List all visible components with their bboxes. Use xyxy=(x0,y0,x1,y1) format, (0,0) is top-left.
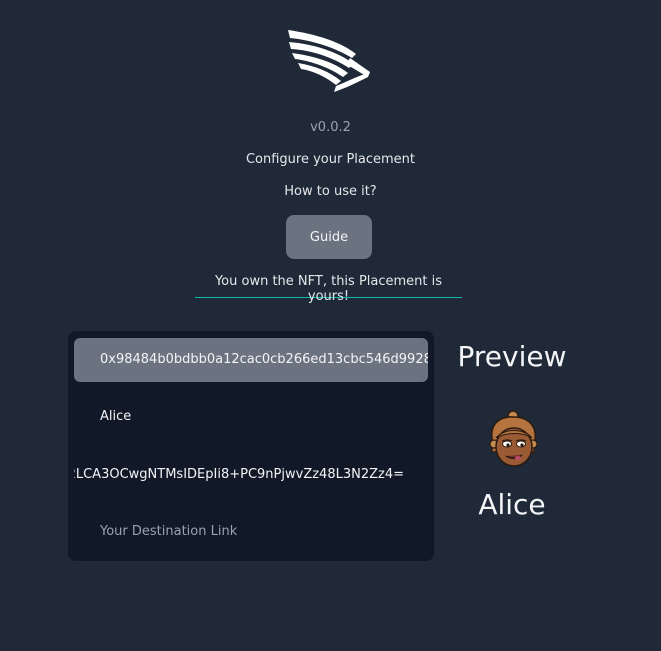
name-field[interactable]: Alice xyxy=(74,395,428,439)
guide-button[interactable]: Guide xyxy=(286,215,372,259)
image-data-field[interactable]: 2LCA3OCwgNTMsIDEpIi8+PC9nPjwvZz48L3N2Zz4… xyxy=(74,453,428,497)
avatar-icon xyxy=(489,410,538,467)
help-text: How to use it? xyxy=(284,184,377,199)
address-value: 0x98484b0bdbb0a12cac0cb266ed13cbc546d992… xyxy=(100,352,428,367)
preview-title: Preview xyxy=(457,340,567,373)
address-field[interactable]: 0x98484b0bdbb0a12cac0cb266ed13cbc546d992… xyxy=(74,338,428,382)
preview-name: Alice xyxy=(478,488,546,521)
ownership-message: You own the NFT, this Placement is yours… xyxy=(195,274,462,304)
version-label: v0.0.2 xyxy=(310,120,351,135)
image-data-value: 2LCA3OCwgNTMsIDEpIi8+PC9nPjwvZz48L3N2Zz4… xyxy=(74,467,404,482)
page-subtitle: Configure your Placement xyxy=(245,152,416,167)
placement-form: 0x98484b0bdbb0a12cac0cb266ed13cbc546d992… xyxy=(68,331,434,561)
wing-logo-icon xyxy=(288,30,370,92)
name-value: Alice xyxy=(100,409,132,424)
destination-link-input[interactable] xyxy=(74,510,428,554)
